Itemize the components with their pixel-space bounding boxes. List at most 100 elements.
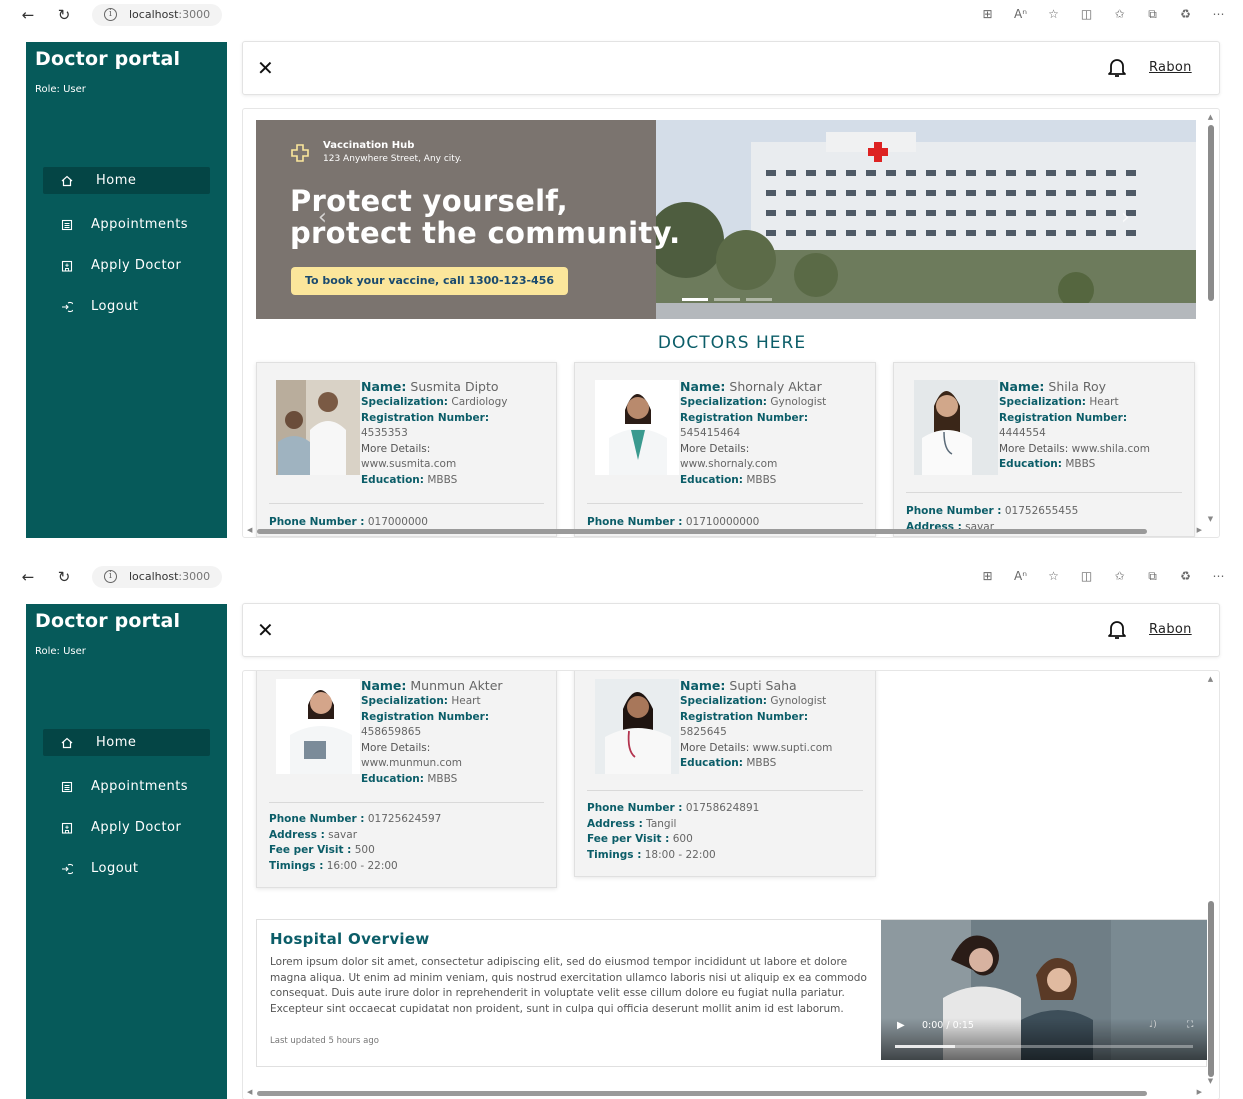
doctor-card[interactable]: Name: Shornaly Aktar Specialization: Gyn… bbox=[574, 362, 876, 537]
main-content: Vaccination Hub 123 Anywhere Street, Any… bbox=[242, 108, 1220, 538]
collections-icon[interactable]: ⧉ bbox=[1136, 566, 1169, 586]
apps-icon[interactable]: ⊞ bbox=[971, 4, 1004, 24]
doctor-specialization: Cardiology bbox=[451, 396, 508, 408]
extensions-icon[interactable]: ♻ bbox=[1169, 566, 1202, 586]
sidebar: Doctor portal Role: User Home Appointmen… bbox=[26, 604, 227, 1099]
hub-address: 123 Anywhere Street, Any city. bbox=[323, 154, 462, 164]
doctor-card[interactable]: Name: Shila Roy Specialization: Heart Re… bbox=[893, 362, 1195, 537]
read-aloud-icon[interactable]: Aⁿ bbox=[1004, 566, 1037, 586]
sidebar-item-appointments[interactable]: Appointments bbox=[43, 211, 210, 238]
favorites-list-icon[interactable]: ✩ bbox=[1103, 566, 1136, 586]
bell-icon[interactable] bbox=[1107, 57, 1127, 79]
scroll-thumb[interactable] bbox=[257, 529, 1147, 534]
banner-cta: To book your vaccine, call 1300-123-456 bbox=[291, 267, 568, 295]
sidebar-item-logout[interactable]: Logout bbox=[43, 855, 210, 882]
doctor-name: Munmun Akter bbox=[410, 678, 503, 693]
bell-icon[interactable] bbox=[1107, 619, 1127, 641]
user-name-link[interactable]: Rabon bbox=[1149, 60, 1192, 75]
banner-headline-1: Protect yourself, bbox=[290, 184, 568, 218]
doctor-info: Name: Munmun Akter Specialization: Heart… bbox=[361, 677, 551, 787]
favorite-star-icon[interactable]: ☆ bbox=[1037, 566, 1070, 586]
read-aloud-icon[interactable]: Aⁿ bbox=[1004, 4, 1037, 24]
extensions-icon[interactable]: ♻ bbox=[1169, 4, 1202, 24]
doctor-phone: 01725624597 bbox=[367, 813, 442, 825]
doctor-phone: 01758624891 bbox=[685, 802, 760, 814]
refresh-icon[interactable]: ↻ bbox=[52, 3, 76, 27]
refresh-icon[interactable]: ↻ bbox=[52, 565, 76, 589]
overview-video[interactable]: ▶ 0:00 / 0:15 ♩) ⛶ bbox=[881, 920, 1207, 1060]
overview-title: Hospital Overview bbox=[270, 930, 430, 948]
card-divider bbox=[269, 503, 544, 504]
apps-icon[interactable]: ⊞ bbox=[971, 566, 1004, 586]
brand-title: Doctor portal bbox=[35, 48, 181, 70]
favorites-list-icon[interactable]: ✩ bbox=[1103, 4, 1136, 24]
sidebar-item-apply-doctor[interactable]: Apply Doctor bbox=[43, 814, 210, 841]
sidebar-item-home[interactable]: Home bbox=[43, 167, 210, 194]
doctor-info: Name: Susmita Dipto Specialization: Card… bbox=[361, 378, 551, 488]
split-screen-icon[interactable]: ◫ bbox=[1070, 566, 1103, 586]
sidebar-item-home[interactable]: Home bbox=[43, 729, 210, 756]
carousel-dot[interactable] bbox=[682, 298, 708, 301]
doctor-name: Shila Roy bbox=[1048, 379, 1106, 394]
screenshot-bottom: ← ↻ i localhost:3000 ⊞ Aⁿ ☆ ◫ ✩ ⧉ ♻ ⋯ Do… bbox=[0, 562, 1243, 1099]
scroll-up-icon[interactable]: ▲ bbox=[1206, 113, 1215, 121]
doctor-photo bbox=[595, 380, 679, 475]
doctor-registration: 4444554 bbox=[999, 427, 1046, 439]
sidebar-item-appointments[interactable]: Appointments bbox=[43, 773, 210, 800]
card-divider bbox=[906, 492, 1182, 493]
sidebar-item-logout[interactable]: Logout bbox=[43, 293, 210, 320]
doctor-card[interactable]: Name: Supti Saha Specialization: Gynolog… bbox=[574, 671, 876, 877]
doctor-name: Supti Saha bbox=[729, 678, 797, 693]
split-screen-icon[interactable]: ◫ bbox=[1070, 4, 1103, 24]
carousel-next-icon[interactable]: › bbox=[1121, 205, 1130, 230]
scroll-down-icon[interactable]: ▼ bbox=[1206, 515, 1215, 523]
more-menu-icon[interactable]: ⋯ bbox=[1202, 4, 1235, 24]
doctor-card[interactable]: Name: Susmita Dipto Specialization: Card… bbox=[256, 362, 557, 537]
favorite-star-icon[interactable]: ☆ bbox=[1037, 4, 1070, 24]
vertical-scrollbar[interactable]: ▲ ▼ bbox=[1206, 675, 1215, 1085]
doctor-card[interactable]: Name: Munmun Akter Specialization: Heart… bbox=[256, 671, 557, 888]
scroll-down-icon[interactable]: ▼ bbox=[1206, 1077, 1215, 1085]
home-icon bbox=[60, 736, 74, 750]
horizontal-scrollbar[interactable]: ◀ ▶ bbox=[247, 1088, 1202, 1097]
scroll-left-icon[interactable]: ◀ bbox=[247, 1088, 252, 1096]
doctor-website: www.shila.com bbox=[1071, 442, 1150, 455]
fullscreen-icon[interactable]: ⛶ bbox=[1187, 1020, 1193, 1030]
address-bar[interactable]: i localhost:3000 bbox=[92, 565, 223, 588]
scroll-thumb[interactable] bbox=[1208, 901, 1214, 1077]
carousel-dot[interactable] bbox=[746, 298, 772, 301]
volume-icon[interactable]: ♩) bbox=[1149, 1020, 1157, 1030]
collections-icon[interactable]: ⧉ bbox=[1136, 4, 1169, 24]
scroll-left-icon[interactable]: ◀ bbox=[247, 526, 252, 534]
scroll-right-icon[interactable]: ▶ bbox=[1197, 526, 1202, 534]
top-header: ✕ Rabon bbox=[242, 603, 1220, 657]
doctor-website: www.shornaly.com bbox=[680, 458, 778, 470]
url-text: localhost:3000 bbox=[129, 8, 211, 21]
carousel-dot[interactable] bbox=[714, 298, 740, 301]
hub-name: Vaccination Hub bbox=[323, 140, 415, 151]
carousel-prev-icon[interactable]: ‹ bbox=[318, 205, 327, 230]
address-bar[interactable]: i localhost:3000 bbox=[92, 3, 223, 26]
doctor-specialization: Heart bbox=[451, 695, 481, 707]
top-header: ✕ Rabon bbox=[242, 41, 1220, 95]
vertical-scrollbar[interactable]: ▲ ▼ bbox=[1206, 113, 1215, 523]
scroll-thumb[interactable] bbox=[1208, 125, 1214, 301]
info-icon[interactable]: i bbox=[104, 570, 117, 583]
user-name-link[interactable]: Rabon bbox=[1149, 622, 1192, 637]
doctor-contact: Phone Number : 01725624597 Address : sav… bbox=[269, 813, 442, 872]
video-progress-bar[interactable] bbox=[895, 1045, 1193, 1048]
horizontal-scrollbar[interactable]: ◀ ▶ bbox=[247, 526, 1202, 535]
info-icon[interactable]: i bbox=[104, 8, 117, 21]
scroll-right-icon[interactable]: ▶ bbox=[1197, 1088, 1202, 1096]
scroll-up-icon[interactable]: ▲ bbox=[1206, 675, 1215, 683]
sidebar-item-apply-doctor[interactable]: Apply Doctor bbox=[43, 252, 210, 279]
close-icon[interactable]: ✕ bbox=[257, 618, 274, 642]
scroll-thumb[interactable] bbox=[257, 1091, 1147, 1096]
doctor-info: Name: Shornaly Aktar Specialization: Gyn… bbox=[680, 378, 870, 488]
more-menu-icon[interactable]: ⋯ bbox=[1202, 566, 1235, 586]
back-arrow-icon[interactable]: ← bbox=[16, 3, 40, 27]
doctor-photo bbox=[914, 380, 998, 475]
play-icon[interactable]: ▶ bbox=[897, 1020, 905, 1031]
back-arrow-icon[interactable]: ← bbox=[16, 565, 40, 589]
close-icon[interactable]: ✕ bbox=[257, 56, 274, 80]
